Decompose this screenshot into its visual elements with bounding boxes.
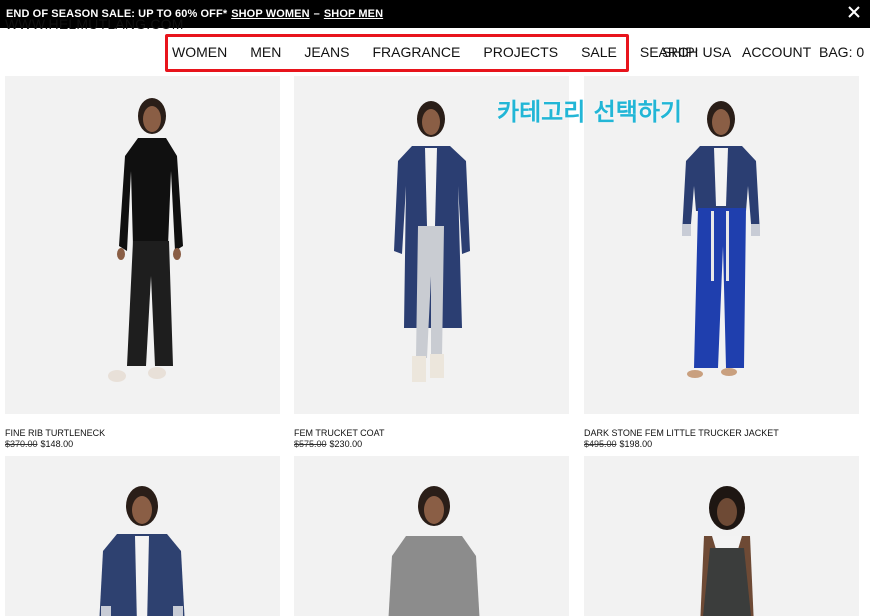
product-price: $370.00 $148.00: [5, 439, 73, 449]
nav-projects[interactable]: PROJECTS: [483, 44, 558, 60]
site-logo[interactable]: WWW.HELMUTLANG.COM: [5, 16, 184, 32]
product-price: $495.00 $198.00: [584, 439, 652, 449]
product-card[interactable]: [5, 456, 280, 616]
product-card[interactable]: [294, 456, 569, 616]
ship-country-link[interactable]: SHIP: USA: [662, 44, 731, 60]
bag-link[interactable]: BAG: 0: [819, 44, 864, 60]
nav-sale[interactable]: SALE: [581, 44, 617, 60]
product-name[interactable]: FEM TRUCKET COAT: [294, 428, 385, 438]
shop-men-link[interactable]: SHOP MEN: [324, 8, 383, 20]
product-image[interactable]: [5, 76, 280, 414]
product-image[interactable]: [584, 456, 859, 616]
nav-jeans[interactable]: JEANS: [304, 44, 349, 60]
sale-price: $198.00: [619, 439, 653, 449]
shop-women-link[interactable]: SHOP WOMEN: [231, 8, 309, 20]
original-price: $370.00: [5, 439, 38, 449]
product-image[interactable]: [5, 456, 280, 616]
sale-price: $230.00: [329, 439, 363, 449]
nav-fragrance[interactable]: FRAGRANCE: [372, 44, 460, 60]
product-card[interactable]: FINE RIB TURTLENECK $370.00 $148.00: [5, 76, 280, 449]
original-price: $495.00: [584, 439, 617, 449]
sale-price: $148.00: [40, 439, 74, 449]
nav-women[interactable]: WOMEN: [172, 44, 227, 60]
close-icon[interactable]: [846, 4, 862, 20]
product-price: $575.00 $230.00: [294, 439, 362, 449]
nav-men[interactable]: MEN: [250, 44, 281, 60]
product-name[interactable]: FINE RIB TURTLENECK: [5, 428, 105, 438]
product-name[interactable]: DARK STONE FEM LITTLE TRUCKER JACKET: [584, 428, 779, 438]
annotation-label: 카테고리 선택하기: [497, 98, 682, 126]
product-card[interactable]: [584, 456, 859, 616]
main-nav: WOMEN MEN JEANS FRAGRANCE PROJECTS SALE …: [172, 44, 698, 60]
product-image[interactable]: [294, 456, 569, 616]
account-link[interactable]: ACCOUNT: [742, 44, 811, 60]
promo-separator: –: [313, 8, 320, 20]
original-price: $575.00: [294, 439, 327, 449]
